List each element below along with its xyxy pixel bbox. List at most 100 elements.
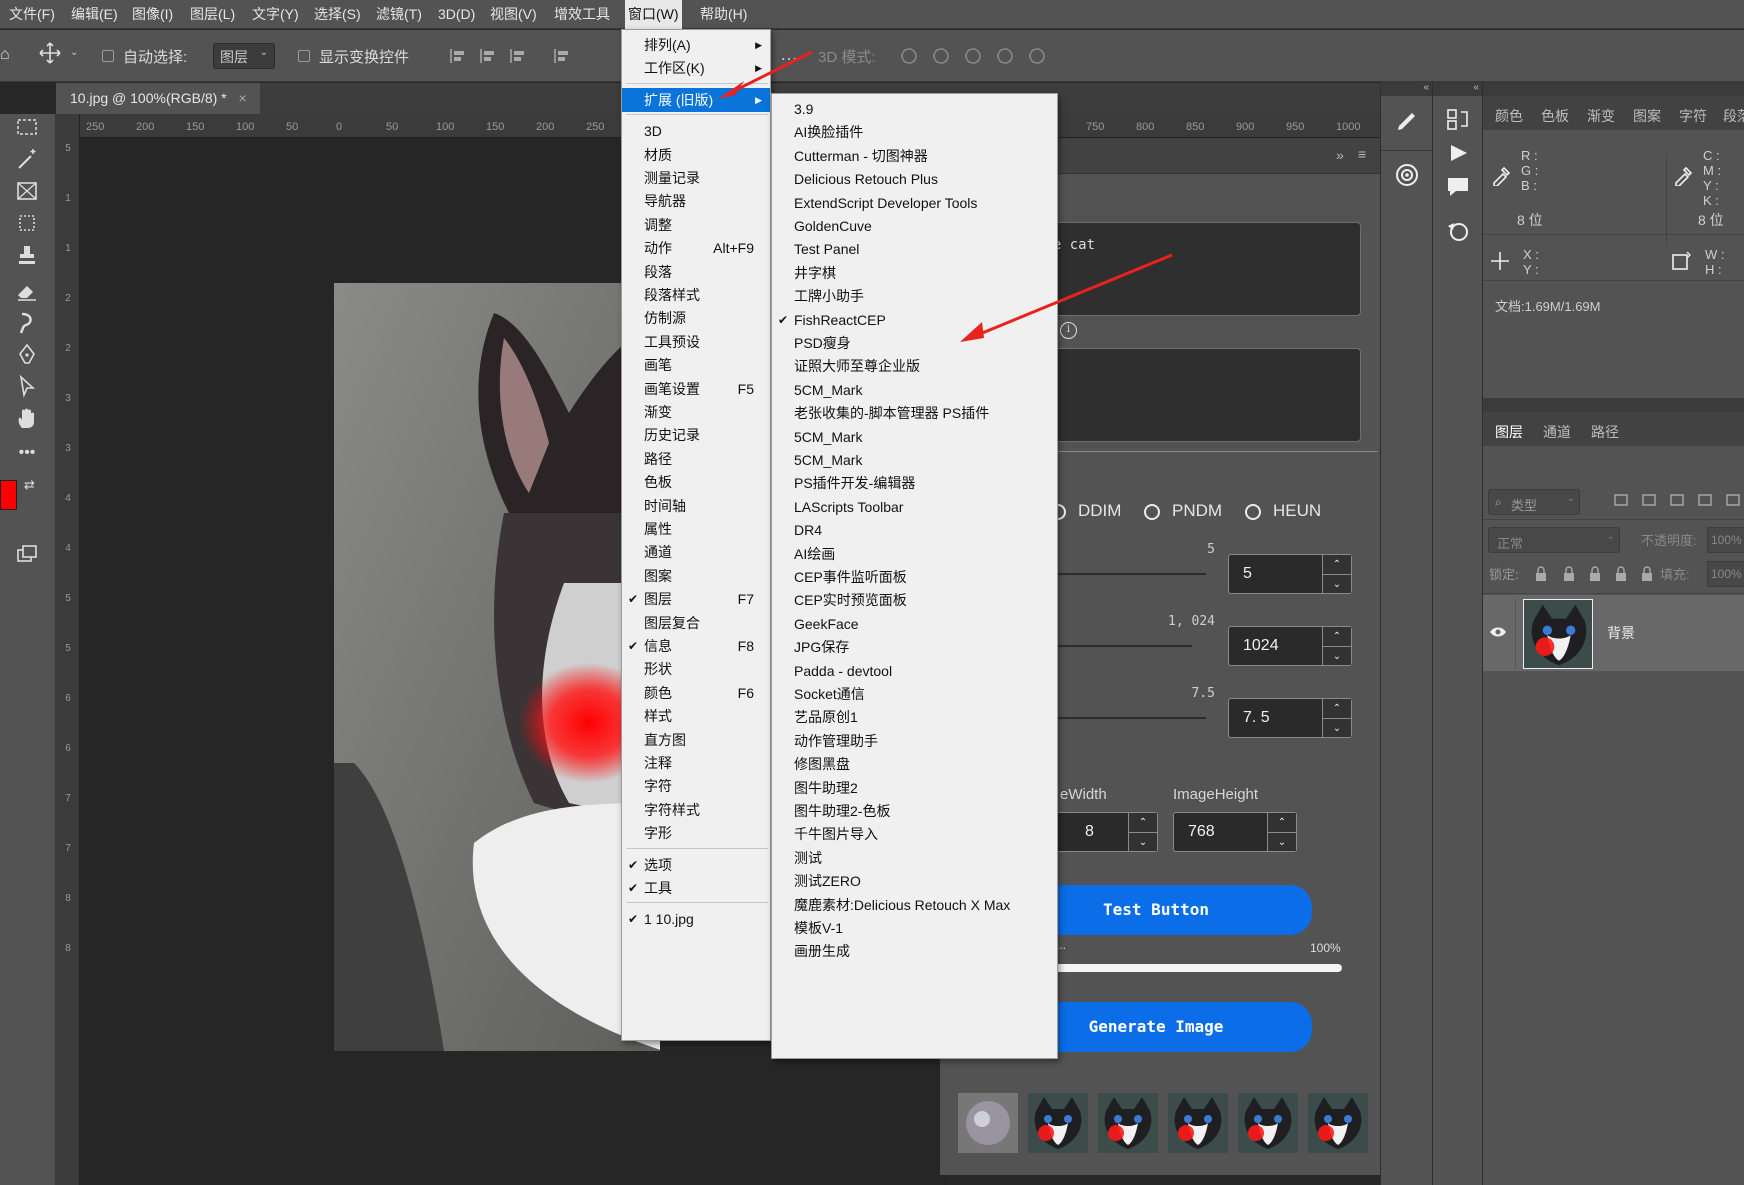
window_menu-item[interactable]: 仿制源 (622, 306, 770, 330)
window_menu-item[interactable]: 画笔设置 F5 (622, 377, 770, 401)
info-icon[interactable]: i (1060, 322, 1077, 339)
window_menu-item[interactable]: 形状 (622, 657, 770, 681)
smudge-tool-icon[interactable] (14, 310, 40, 336)
thumbnail-4[interactable] (1238, 1093, 1298, 1153)
extensions_menu-item[interactable]: 魔鹿素材:Delicious Retouch X Max (772, 893, 1057, 917)
extensions_menu-item[interactable]: 图牛助理2 (772, 776, 1057, 800)
lock-icon-0[interactable] (1533, 566, 1549, 582)
eraser-tool-icon[interactable] (14, 278, 40, 304)
document-tab[interactable]: 10.jpg @ 100%(RGB/8) * × (56, 83, 260, 114)
color-panel-tab[interactable]: 色板 (1541, 106, 1569, 126)
panel-collapse-icon[interactable]: » (1336, 147, 1344, 163)
window_menu-item[interactable]: 字符样式 (622, 798, 770, 822)
radio-heun[interactable] (1245, 504, 1261, 520)
layer-filter-icon-2[interactable] (1669, 492, 1685, 508)
window_menu-item[interactable]: 动作 Alt+F9 (622, 236, 770, 260)
extensions_menu-item[interactable]: 测试ZERO (772, 869, 1057, 893)
image-height-stepper[interactable]: ⌃ ⌄ (1267, 813, 1296, 851)
window_menu-item[interactable]: 段落样式 (622, 283, 770, 307)
window_menu-item[interactable]: 调整 (622, 213, 770, 237)
color-panel-tab[interactable]: 颜色 (1495, 106, 1523, 126)
thumbnail-0[interactable] (958, 1093, 1018, 1153)
slider-0-stepper[interactable]: ⌃ ⌄ (1322, 555, 1351, 593)
extensions_menu-item[interactable]: Test Panel (772, 237, 1057, 261)
menu-1[interactable]: 编辑(E) (68, 0, 121, 29)
show-transform-checkbox[interactable] (298, 50, 310, 62)
layers-panel-tab[interactable]: 图层 (1495, 422, 1523, 442)
layer-filter-icon-1[interactable] (1641, 492, 1657, 508)
window_menu-item[interactable]: 时间轴 (622, 494, 770, 518)
window_menu-item[interactable]: 段落 (622, 260, 770, 284)
align-icon-1[interactable] (478, 46, 498, 66)
thumbnail-3[interactable] (1168, 1093, 1228, 1153)
extensions_menu-item[interactable]: Padda - devtool (772, 659, 1057, 683)
window_menu-item[interactable]: 渐变 (622, 400, 770, 424)
stamp-tool-icon[interactable] (14, 242, 40, 268)
layer-filter-icon-0[interactable] (1613, 492, 1629, 508)
layer-thumbnail[interactable] (1523, 599, 1593, 669)
close-tab-icon[interactable]: × (239, 90, 247, 106)
align-icon-2[interactable] (508, 46, 528, 66)
align-icon-3[interactable] (552, 46, 572, 66)
extensions_menu-item[interactable]: 井字棋 (772, 261, 1057, 285)
extensions_menu-item[interactable]: PS插件开发-编辑器 (772, 471, 1057, 495)
extensions_menu-item[interactable]: CEP实时预览面板 (772, 588, 1057, 612)
chevron-down-icon[interactable]: ⌄ (70, 47, 78, 58)
lock-icon-4[interactable] (1639, 566, 1655, 582)
3d-icon-2[interactable] (962, 46, 984, 66)
opacity-input[interactable]: 100% (1707, 527, 1744, 553)
window_menu-item[interactable]: ✔ 信息 F8 (622, 634, 770, 658)
extensions_menu-item[interactable]: GoldenCuve (772, 214, 1057, 238)
window_menu-item[interactable]: 属性 (622, 517, 770, 541)
history-icon[interactable] (1445, 106, 1471, 132)
color-panel-tab[interactable]: 字符 (1679, 106, 1707, 126)
swap-colors-icon[interactable]: ⇄ (24, 477, 35, 493)
extensions_menu-item[interactable]: ExtendScript Developer Tools (772, 191, 1057, 215)
extensions_menu-item[interactable]: LAScripts Toolbar (772, 495, 1057, 519)
extensions_menu-item[interactable]: 图牛助理2-色板 (772, 799, 1057, 823)
3d-icon-3[interactable] (994, 46, 1016, 66)
window_menu-item[interactable]: ✔ 图层 F7 (622, 587, 770, 611)
extensions_menu-item[interactable]: 艺品原创1 (772, 705, 1057, 729)
window_menu-item[interactable]: ✔ 1 10.jpg (622, 907, 770, 931)
window_menu-item[interactable]: 通道 (622, 540, 770, 564)
crop-tool-icon[interactable] (14, 210, 40, 236)
more-tools-icon[interactable]: ••• (14, 440, 40, 466)
extensions_menu-item[interactable]: 证照大师至尊企业版 (772, 354, 1057, 378)
lock-icon-2[interactable] (1587, 566, 1603, 582)
menu-10[interactable]: 窗口(W) (625, 0, 682, 29)
extensions_menu-item[interactable]: 工牌小助手 (772, 284, 1057, 308)
menu-11[interactable]: 帮助(H) (697, 0, 750, 29)
extensions_menu-item[interactable]: AI绘画 (772, 542, 1057, 566)
window_menu-item[interactable]: 测量记录 (622, 166, 770, 190)
marquee-tool-icon[interactable] (14, 114, 40, 140)
layer-filter-icon-3[interactable] (1697, 492, 1713, 508)
window_menu-item[interactable]: 材质 (622, 143, 770, 167)
window_menu-item[interactable]: 导航器 (622, 189, 770, 213)
menu-7[interactable]: 3D(D) (435, 0, 478, 29)
3d-icon-1[interactable] (930, 46, 952, 66)
menu-4[interactable]: 文字(Y) (249, 0, 302, 29)
window_menu-item[interactable]: 直方图 (622, 728, 770, 752)
auto-select-checkbox[interactable] (102, 50, 114, 62)
magic-wand-icon[interactable] (14, 146, 40, 172)
slider-2-stepper[interactable]: ⌃ ⌄ (1322, 699, 1351, 737)
fill-input[interactable]: 100% (1707, 561, 1744, 587)
menu-6[interactable]: 滤镜(T) (373, 0, 425, 29)
window_menu-item[interactable]: 样式 (622, 704, 770, 728)
home-icon[interactable]: ⌂ (0, 46, 10, 64)
extensions_menu-item[interactable]: JPG保存 (772, 635, 1057, 659)
blend-mode-dropdown[interactable]: 正常 ⌄ (1488, 527, 1620, 553)
window_menu-item[interactable]: 图层复合 (622, 611, 770, 635)
3d-icon-0[interactable] (898, 46, 920, 66)
extensions_menu-item[interactable]: 千牛图片导入 (772, 822, 1057, 846)
window_menu-item[interactable]: 工作区(K) ▶ (622, 56, 770, 80)
extensions_menu-item[interactable]: CEP事件监听面板 (772, 565, 1057, 589)
comment-icon[interactable] (1446, 176, 1470, 198)
layer-filter-dropdown[interactable]: ⌕ 类型 ⌄ (1488, 489, 1580, 515)
color-panel-tab[interactable]: 图案 (1633, 106, 1661, 126)
menu-2[interactable]: 图像(I) (129, 0, 176, 29)
lock-icon-1[interactable] (1561, 566, 1577, 582)
thumbnail-2[interactable] (1098, 1093, 1158, 1153)
dock-collapse-icon-2[interactable]: « (1433, 82, 1483, 96)
